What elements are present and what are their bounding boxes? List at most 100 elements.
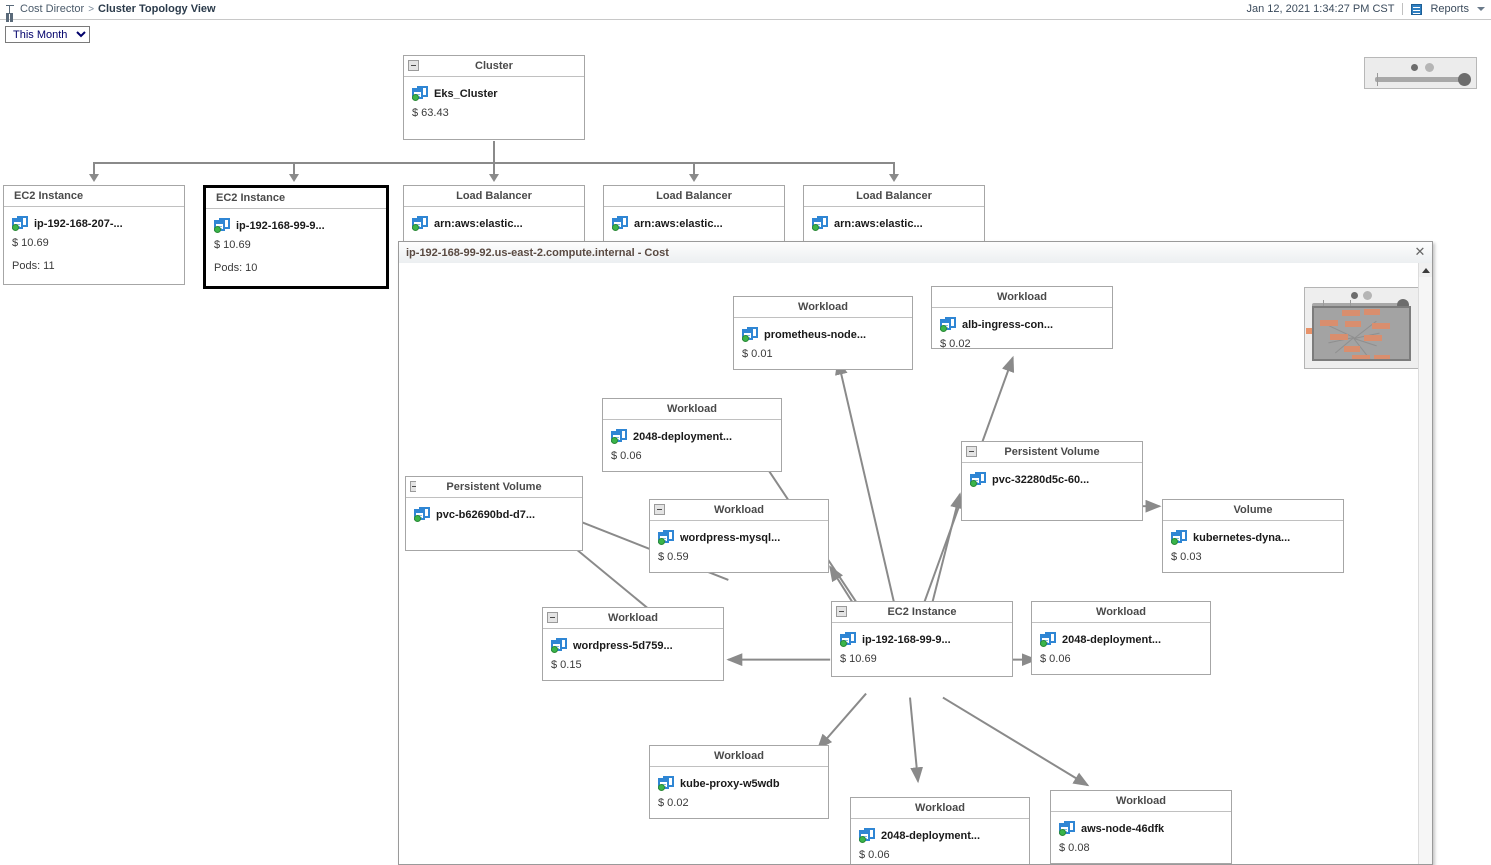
node-header: Workload bbox=[650, 500, 828, 521]
node-name-row: ip-192-168-99-9... bbox=[214, 218, 378, 233]
node-name-row: arn:aws:elastic... bbox=[612, 216, 776, 231]
node-cost: $ 0.08 bbox=[1059, 842, 1090, 854]
node-name[interactable]: pvc-b62690bd-d7... bbox=[436, 509, 535, 521]
minimap[interactable] bbox=[1304, 287, 1418, 369]
node-body: pvc-32280d5c-60... bbox=[962, 463, 1142, 500]
zoom-in-button[interactable] bbox=[1425, 63, 1434, 72]
minimap-node bbox=[1372, 323, 1390, 329]
node-persistent-volume-pvc-32280[interactable]: Persistent Volume pvc-32280d5c-60... bbox=[961, 441, 1143, 521]
node-ec2-instance-center[interactable]: EC2 Instance ip-192-168-99-9... $ 10.69 bbox=[831, 601, 1013, 677]
node-type-label: EC2 Instance bbox=[216, 192, 286, 204]
node-workload-wordpress-5d759[interactable]: Workload wordpress-5d759... $ 0.15 bbox=[542, 607, 724, 681]
node-persistent-volume-pvc-b62690bd[interactable]: Persistent Volume pvc-b62690bd-d7... bbox=[405, 476, 583, 551]
node-name[interactable]: 2048-deployment... bbox=[881, 830, 980, 842]
zoom-slider-widget[interactable] bbox=[1364, 57, 1477, 89]
node-type-label: Persistent Volume bbox=[446, 481, 542, 493]
node-name-row: ip-192-168-99-9... bbox=[840, 632, 1004, 647]
node-name-row: aws-node-46dfk bbox=[1059, 821, 1223, 836]
breadcrumb-link-cost-director[interactable]: Cost Director bbox=[20, 3, 84, 15]
minimap-zoom-in-button[interactable] bbox=[1363, 291, 1372, 300]
volume-resource-icon bbox=[1171, 530, 1187, 545]
node-cost: $ 0.59 bbox=[658, 551, 689, 563]
popup-graph-canvas[interactable]: Workload prometheus-node... $ 0.01 Workl… bbox=[399, 263, 1418, 864]
node-cost: $ 10.69 bbox=[840, 653, 877, 665]
node-header: Workload bbox=[932, 287, 1112, 308]
node-name[interactable]: pvc-32280d5c-60... bbox=[992, 474, 1089, 486]
node-type-label: Workload bbox=[1096, 606, 1146, 618]
scroll-up-button[interactable] bbox=[1419, 263, 1432, 277]
zoom-slider-knob[interactable] bbox=[1458, 73, 1471, 86]
collapse-icon[interactable] bbox=[654, 504, 665, 515]
node-name[interactable]: ip-192-168-99-9... bbox=[862, 634, 951, 646]
reports-icon bbox=[1411, 3, 1423, 15]
collapse-icon[interactable] bbox=[547, 612, 558, 623]
collapse-icon[interactable] bbox=[410, 481, 416, 492]
node-name-row: prometheus-node... bbox=[742, 327, 904, 342]
node-body: pvc-b62690bd-d7... bbox=[406, 498, 582, 535]
ec2-resource-icon bbox=[214, 218, 230, 233]
node-type-label: Workload bbox=[714, 750, 764, 762]
node-ec2-instance-2-selected[interactable]: EC2 Instance ip-192-168-99-9... $ 10.69 … bbox=[203, 185, 389, 289]
node-ec2-instance-1[interactable]: EC2 Instance ip-192-168-207-... $ 10.69 … bbox=[3, 185, 185, 285]
breadcrumb-separator: > bbox=[88, 3, 95, 15]
node-name[interactable]: aws-node-46dfk bbox=[1081, 823, 1164, 835]
node-header: EC2 Instance bbox=[4, 186, 184, 207]
zoom-slider-tick bbox=[1377, 73, 1378, 86]
reports-menu-label[interactable]: Reports bbox=[1430, 3, 1469, 15]
timestamp: Jan 12, 2021 1:34:27 PM CST bbox=[1246, 3, 1395, 15]
zoom-out-button[interactable] bbox=[1411, 64, 1418, 71]
minimap-viewport[interactable] bbox=[1312, 306, 1411, 361]
node-name-row: pvc-b62690bd-d7... bbox=[414, 507, 574, 522]
node-workload-wordpress-mysql[interactable]: Workload wordpress-mysql... $ 0.59 bbox=[649, 499, 829, 573]
period-select[interactable]: This Month bbox=[5, 26, 90, 43]
close-icon[interactable]: ✕ bbox=[1408, 242, 1432, 262]
node-header: Load Balancer bbox=[604, 186, 784, 207]
node-header: Workload bbox=[543, 608, 723, 629]
node-cluster[interactable]: Cluster Eks_Cluster $ 63.43 bbox=[403, 55, 585, 140]
node-header: Workload bbox=[1051, 791, 1231, 812]
node-name[interactable]: prometheus-node... bbox=[764, 329, 866, 341]
node-name[interactable]: ip-192-168-207-... bbox=[34, 218, 123, 230]
minimap-zoom-out-button[interactable] bbox=[1351, 292, 1358, 299]
node-workload-2048-c[interactable]: Workload 2048-deployment... $ 0.06 bbox=[850, 797, 1030, 864]
node-workload-2048-b[interactable]: Workload 2048-deployment... $ 0.06 bbox=[1031, 601, 1211, 675]
node-name[interactable]: wordpress-mysql... bbox=[680, 532, 780, 544]
node-name[interactable]: arn:aws:elastic... bbox=[634, 218, 723, 230]
collapse-icon[interactable] bbox=[966, 446, 977, 457]
node-name[interactable]: alb-ingress-con... bbox=[962, 319, 1053, 331]
node-cost: $ 0.03 bbox=[1171, 551, 1202, 563]
node-name[interactable]: 2048-deployment... bbox=[633, 431, 732, 443]
node-name[interactable]: arn:aws:elastic... bbox=[834, 218, 923, 230]
home-icon bbox=[5, 4, 16, 15]
tree-arrow-2 bbox=[289, 174, 299, 182]
ec2-resource-icon bbox=[12, 216, 28, 231]
node-header: EC2 Instance bbox=[206, 188, 386, 209]
node-type-label: Workload bbox=[997, 291, 1047, 303]
node-name[interactable]: kubernetes-dyna... bbox=[1193, 532, 1290, 544]
node-workload-prometheus[interactable]: Workload prometheus-node... $ 0.01 bbox=[733, 296, 913, 370]
node-workload-kube-proxy[interactable]: Workload kube-proxy-w5wdb $ 0.02 bbox=[649, 745, 829, 819]
popup-title-bar[interactable]: ip-192-168-99-92.us-east-2.compute.inter… bbox=[399, 242, 1432, 264]
node-name[interactable]: Eks_Cluster bbox=[434, 88, 498, 100]
collapse-icon[interactable] bbox=[408, 60, 419, 71]
node-volume-kubernetes-dynamic[interactable]: Volume kubernetes-dyna... $ 0.03 bbox=[1162, 499, 1344, 573]
tree-arrow-5 bbox=[889, 174, 899, 182]
cluster-resource-icon bbox=[412, 86, 428, 101]
zoom-slider-track[interactable] bbox=[1375, 77, 1467, 82]
node-workload-alb-ingress[interactable]: Workload alb-ingress-con... $ 0.02 bbox=[931, 286, 1113, 350]
node-name-row: Eks_Cluster bbox=[412, 86, 576, 101]
node-name[interactable]: ip-192-168-99-9... bbox=[236, 220, 325, 232]
persistent-volume-resource-icon bbox=[414, 507, 430, 522]
collapse-icon[interactable] bbox=[836, 606, 847, 617]
tree-connector-vertical bbox=[493, 141, 495, 163]
node-name[interactable]: arn:aws:elastic... bbox=[434, 218, 523, 230]
node-workload-aws-node[interactable]: Workload aws-node-46dfk $ 0.08 bbox=[1050, 790, 1232, 864]
chevron-down-icon[interactable] bbox=[1477, 7, 1485, 11]
node-body: arn:aws:elastic... bbox=[804, 207, 984, 238]
workload-resource-icon bbox=[742, 327, 758, 342]
node-name[interactable]: wordpress-5d759... bbox=[573, 640, 673, 652]
node-name[interactable]: 2048-deployment... bbox=[1062, 634, 1161, 646]
vertical-scrollbar[interactable] bbox=[1418, 263, 1432, 864]
node-name[interactable]: kube-proxy-w5wdb bbox=[680, 778, 780, 790]
node-workload-2048-a[interactable]: Workload 2048-deployment... $ 0.06 bbox=[602, 398, 782, 472]
